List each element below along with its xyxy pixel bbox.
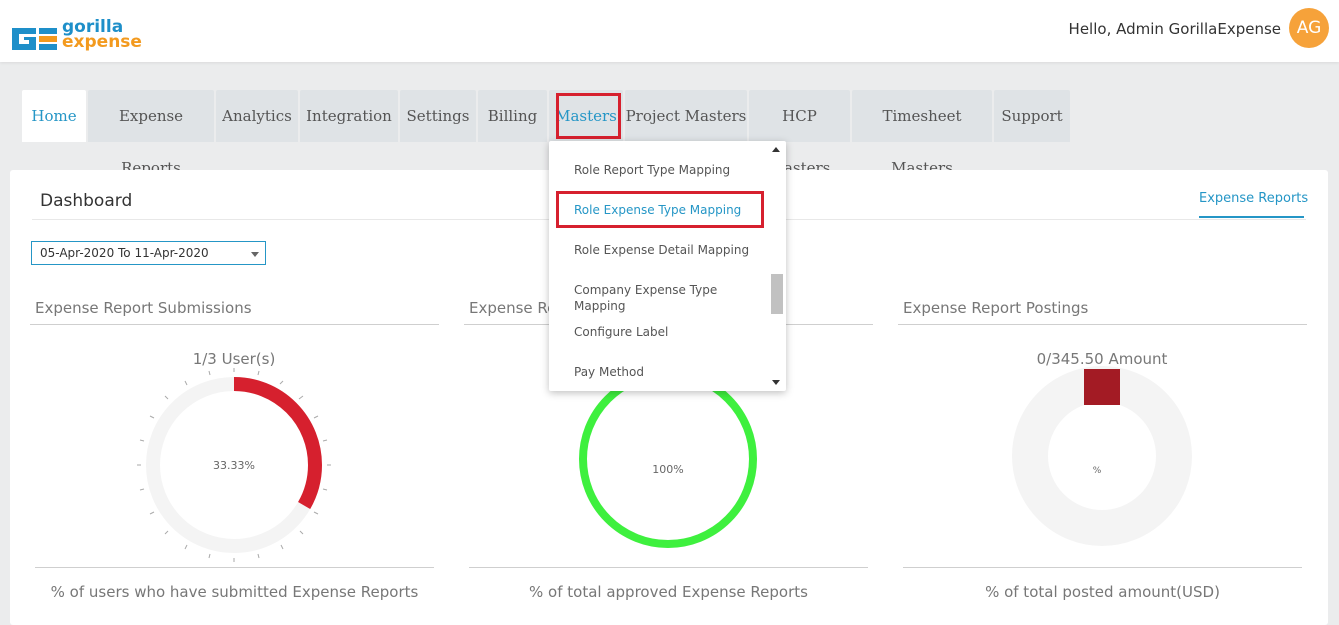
menu-item-highlight [556, 191, 764, 228]
gauge-center-label: % [1093, 466, 1102, 476]
expense-reports-link-underline [1199, 216, 1304, 218]
menu-item-role-expense-detail-mapping[interactable]: Role Expense Detail Mapping [574, 242, 764, 258]
menu-item-company-expense-type-mapping[interactable]: Company Expense Type Mapping [574, 282, 744, 314]
masters-tab-highlight [556, 93, 621, 139]
expense-reports-link[interactable]: Expense Reports [1199, 191, 1308, 206]
user-avatar[interactable]: AG [1289, 8, 1329, 48]
tab-support[interactable]: Support [994, 90, 1070, 142]
menu-item-configure-label[interactable]: Configure Label [574, 324, 764, 340]
scrollbar-thumb[interactable] [771, 274, 783, 314]
postings-gauge: % [1012, 366, 1192, 546]
tab-settings[interactable]: Settings [400, 90, 476, 142]
panel-foot-divider [35, 567, 434, 568]
logo-mark-icon [12, 28, 57, 50]
logo-text: gorilla expense [62, 19, 142, 52]
logo-word-expense: expense [62, 32, 142, 52]
scroll-down-arrow-icon[interactable] [772, 380, 780, 385]
panel-divider [30, 324, 439, 325]
gauge-progress-arc [579, 370, 757, 548]
date-range-select[interactable]: 05-Apr-2020 To 11-Apr-2020 [31, 241, 266, 265]
tab-project-masters[interactable]: Project Masters [625, 90, 747, 142]
panel-foot-divider [903, 567, 1302, 568]
date-range-value: 05-Apr-2020 To 11-Apr-2020 [40, 246, 209, 260]
panel-footer-submissions: % of users who have submitted Expense Re… [50, 583, 419, 601]
tab-integration[interactable]: Integration [300, 90, 398, 142]
menu-scrollbar[interactable] [771, 145, 784, 389]
gauge-center-label: 33.33% [213, 459, 255, 472]
panel-title-postings: Expense Report Postings [903, 299, 1089, 317]
panel-footer-postings: % of total posted amount(USD) [985, 583, 1220, 601]
menu-item-role-report-type-mapping[interactable]: Role Report Type Mapping [574, 162, 764, 178]
user-greeting: Hello, Admin GorillaExpense [1068, 20, 1281, 38]
scroll-up-arrow-icon[interactable] [772, 147, 780, 152]
submissions-gauge: 33.33% [137, 368, 331, 562]
top-header: gorilla expense Hello, Admin GorillaExpe… [0, 0, 1339, 62]
approvals-gauge: 100% [579, 370, 757, 548]
tab-expense-reports[interactable]: Expense Reports [88, 90, 214, 177]
panel-title-approvals: Expense Re [469, 299, 557, 317]
tab-hcp-masters[interactable]: HCP Masters [749, 90, 850, 177]
panel-title-submissions: Expense Report Submissions [35, 299, 252, 317]
masters-dropdown-menu: Role Report Type Mapping Role Expense Ty… [549, 141, 786, 391]
gauge-marker [1084, 369, 1120, 405]
panel-divider [898, 324, 1307, 325]
tab-home[interactable]: Home [22, 90, 86, 142]
tab-analytics[interactable]: Analytics [216, 90, 298, 142]
tab-timesheet-masters[interactable]: Timesheet Masters [852, 90, 992, 177]
menu-item-pay-method[interactable]: Pay Method [574, 364, 764, 380]
gauge-center-label: 100% [652, 463, 683, 476]
panel-footer-approvals: % of total approved Expense Reports [529, 583, 808, 601]
dashboard-title: Dashboard [40, 191, 133, 211]
gauge-track [1012, 366, 1192, 546]
gorilla-expense-logo[interactable]: gorilla expense [10, 19, 160, 62]
panel-foot-divider [469, 567, 868, 568]
tab-billing[interactable]: Billing [478, 90, 547, 142]
chevron-down-icon [251, 252, 259, 257]
